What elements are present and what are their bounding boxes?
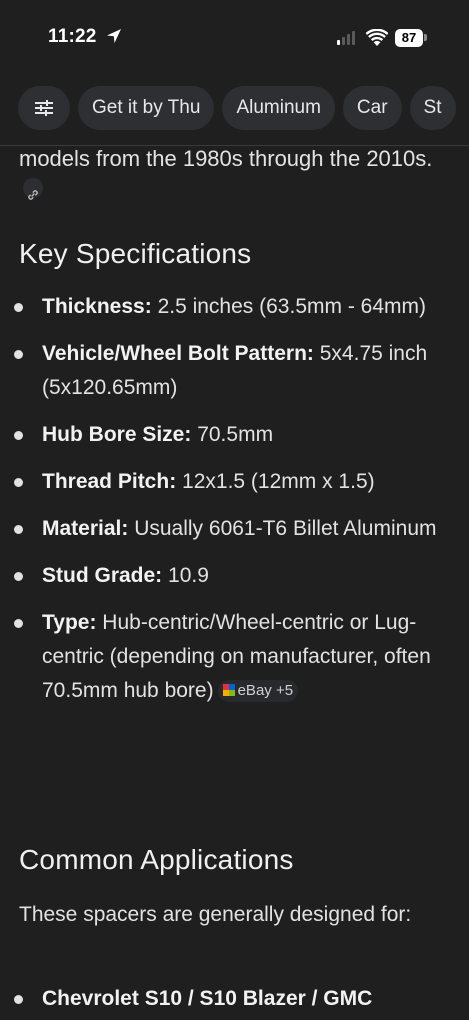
status-bar: 11:22 87 (0, 0, 469, 72)
bullet (14, 995, 23, 1004)
cellular-signal-icon (337, 31, 355, 45)
spec-label: Material: (42, 517, 129, 540)
bullet (14, 303, 23, 312)
chip-car[interactable]: Car (342, 86, 402, 130)
spec-bolt-pattern: Vehicle/Wheel Bolt Pattern: 5x4.75 inch … (0, 337, 469, 405)
filter-settings-chip[interactable] (18, 86, 70, 130)
chip-aluminum[interactable]: Aluminum (222, 86, 335, 130)
spec-hub-bore: Hub Bore Size: 70.5mm (0, 418, 469, 452)
application-label: Chevrolet S10 / S10 Blazer / GMC (42, 987, 373, 1010)
spec-label: Thread Pitch: (42, 470, 177, 493)
ebay-icon (222, 684, 235, 696)
spec-type: Type: Hub-centric/Wheel-centric or Lug-c… (0, 606, 469, 708)
battery-nub (424, 34, 427, 41)
bullet (14, 478, 23, 487)
spec-thickness: Thickness: 2.5 inches (63.5mm - 64mm) (0, 290, 469, 324)
location-arrow-icon (107, 29, 121, 43)
wifi-icon (366, 29, 388, 46)
intro-paragraph: models from the 1980s through the 2010s. (19, 146, 439, 207)
chip-st[interactable]: St (409, 86, 456, 130)
spec-value: 10.9 (168, 564, 209, 587)
ebay-source-chip[interactable]: eBay +5 (217, 680, 299, 702)
ai-answer-content: models from the 1980s through the 2010s.… (0, 146, 469, 1020)
spec-label: Thickness: (42, 295, 152, 318)
source-link-chip[interactable] (23, 178, 43, 200)
spec-value: 12x1.5 (12mm x 1.5) (182, 470, 375, 493)
spec-value: 70.5mm (197, 423, 274, 446)
spec-label: Stud Grade: (42, 564, 163, 587)
status-time: 11:22 (48, 26, 97, 47)
filter-chip-row: Get it by Thu Aluminum Car St (0, 86, 469, 132)
sliders-icon (35, 100, 53, 116)
intro-text: models from the 1980s through the 2010s. (19, 146, 433, 171)
bullet (14, 431, 23, 440)
link-icon (28, 190, 38, 200)
spec-label: Hub Bore Size: (42, 423, 192, 446)
spec-material: Material: Usually 6061-T6 Billet Aluminu… (0, 512, 469, 546)
spec-thread-pitch: Thread Pitch: 12x1.5 (12mm x 1.5) (0, 465, 469, 499)
battery-indicator: 87 (395, 29, 423, 47)
application-item: Chevrolet S10 / S10 Blazer / GMC (0, 982, 469, 1016)
spec-label: Vehicle/Wheel Bolt Pattern: (42, 342, 314, 365)
bullet (14, 350, 23, 359)
spec-stud-grade: Stud Grade: 10.9 (0, 559, 469, 593)
common-applications-heading: Common Applications (19, 844, 294, 875)
bullet (14, 572, 23, 581)
specifications-list: Thickness: 2.5 inches (63.5mm - 64mm) Ve… (0, 290, 469, 721)
chip-get-it-by[interactable]: Get it by Thu (78, 86, 215, 130)
spec-value: 2.5 inches (63.5mm - 64mm) (157, 295, 426, 318)
key-specifications-heading: Key Specifications (19, 238, 252, 269)
source-chip-label: eBay +5 (237, 682, 294, 699)
bullet (14, 619, 23, 628)
applications-intro: These spacers are generally designed for… (19, 903, 412, 926)
spec-label: Type: (42, 611, 97, 634)
applications-list: Chevrolet S10 / S10 Blazer / GMC (0, 982, 469, 1016)
bullet (14, 525, 23, 534)
spec-value: Usually 6061-T6 Billet Aluminum (134, 517, 437, 540)
